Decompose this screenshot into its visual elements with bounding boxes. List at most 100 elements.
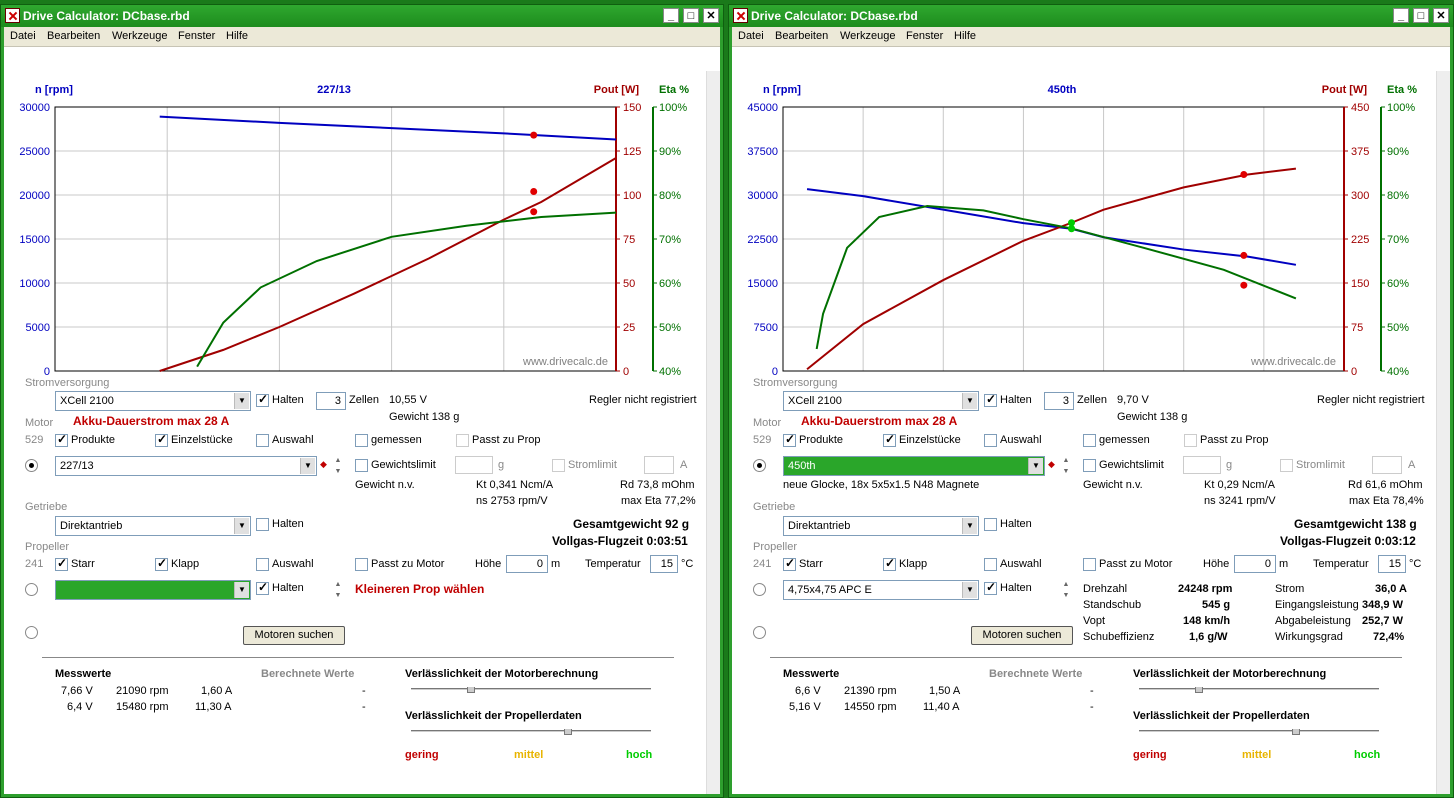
prop-radio[interactable]	[25, 583, 38, 596]
menu-fenster[interactable]: Fenster	[178, 30, 215, 42]
menu-datei[interactable]: Datei	[738, 30, 764, 42]
weight-limit-field[interactable]	[1183, 456, 1221, 474]
prop-radio[interactable]	[753, 583, 766, 596]
passt-prop-checkbox[interactable]	[456, 434, 469, 447]
close-button[interactable]: ✕	[1433, 8, 1449, 23]
gearbox-select[interactable]: Direktantrieb ▼	[783, 516, 979, 536]
weight-limit-field[interactable]	[455, 456, 493, 474]
search-radio[interactable]	[25, 626, 38, 639]
menu-datei[interactable]: Datei	[10, 30, 36, 42]
menu-hilfe[interactable]: Hilfe	[954, 30, 976, 42]
y-tick-pout: 75	[1351, 322, 1363, 334]
altitude-field[interactable]: 0	[1234, 555, 1276, 573]
motor-radio[interactable]	[753, 459, 766, 472]
temperature-field[interactable]: 15	[1378, 555, 1406, 573]
vertical-scrollbar[interactable]	[1436, 71, 1450, 794]
stromlimit-checkbox[interactable]	[1280, 459, 1293, 472]
motor-max-eta: max Eta 78,4%	[1349, 495, 1424, 507]
halten-prop-checkbox[interactable]	[256, 580, 269, 595]
berechnete-heading: Berechnete Werte	[989, 668, 1083, 680]
gewichtslimit-checkbox[interactable]	[1083, 459, 1096, 472]
vertical-scrollbar[interactable]	[706, 71, 720, 794]
gearbox-select[interactable]: Direktantrieb ▼	[55, 516, 251, 536]
stromlimit-checkbox[interactable]	[552, 459, 565, 472]
minimize-button[interactable]: _	[663, 8, 679, 23]
halten-battery-checkbox[interactable]	[256, 392, 269, 407]
motor-spinner[interactable]: ▲ ▼	[1060, 455, 1072, 477]
temperature-field[interactable]: 15	[650, 555, 678, 573]
menu-fenster[interactable]: Fenster	[906, 30, 943, 42]
gemessen-checkbox[interactable]	[1083, 434, 1096, 447]
current-limit-field[interactable]	[644, 456, 674, 474]
halten-gearbox-checkbox[interactable]	[256, 518, 269, 531]
chart-svg: n [rpm] 450th Pout [W] Eta % 0 10 20 30 40 50 60 70…	[747, 84, 1417, 379]
menu-werkzeuge[interactable]: Werkzeuge	[112, 30, 167, 42]
flight-time: Vollgas-Flugzeit 0:03:51	[552, 534, 688, 548]
auswahl-motor-checkbox[interactable]	[256, 434, 269, 447]
chevron-down-icon[interactable]: ▼	[962, 582, 977, 598]
cells-field[interactable]: 3	[316, 392, 346, 410]
close-button[interactable]: ✕	[703, 8, 719, 23]
motor-select[interactable]: 450th ▼	[783, 456, 1045, 476]
prop-spinner[interactable]: ▲ ▼	[332, 579, 344, 601]
produkte-checkbox[interactable]	[55, 432, 68, 447]
battery-select[interactable]: XCell 2100 ▼	[783, 391, 979, 411]
mess-rpm: 21090 rpm	[116, 685, 169, 697]
minimize-button[interactable]: _	[1393, 8, 1409, 23]
current-limit-field[interactable]	[1372, 456, 1402, 474]
halten-battery-checkbox[interactable]	[984, 392, 997, 407]
celsius-unit: °C	[681, 558, 694, 570]
menu-werkzeuge[interactable]: Werkzeuge	[840, 30, 895, 42]
klapp-checkbox[interactable]	[883, 556, 896, 571]
menu-hilfe[interactable]: Hilfe	[226, 30, 248, 42]
auswahl-motor-checkbox[interactable]	[984, 434, 997, 447]
mess-rpm: 21390 rpm	[844, 685, 897, 697]
halten-gearbox-checkbox[interactable]	[984, 518, 997, 531]
gemessen-checkbox[interactable]	[355, 434, 368, 447]
motor-spinner[interactable]: ▲ ▼	[332, 455, 344, 477]
maximize-button[interactable]: □	[1413, 8, 1429, 23]
hoch-label: hoch	[626, 749, 653, 761]
search-radio[interactable]	[753, 626, 766, 639]
chevron-down-icon[interactable]: ▼	[962, 518, 977, 534]
passt-motor-checkbox[interactable]	[1083, 558, 1096, 571]
chevron-down-icon[interactable]: ▼	[1028, 458, 1043, 474]
starr-checkbox[interactable]	[55, 556, 68, 571]
cells-field[interactable]: 3	[1044, 392, 1074, 410]
stromlimit-marker	[530, 131, 538, 139]
einzelstuecke-checkbox[interactable]	[883, 432, 896, 447]
produkte-checkbox[interactable]	[783, 432, 796, 447]
result-label: Strom	[1275, 583, 1305, 595]
result-label: Drehzahl	[1083, 583, 1128, 595]
auswahl-prop-checkbox[interactable]	[256, 558, 269, 571]
reliability-motor-label: Verlässlichkeit der Motorberechnung	[405, 668, 599, 680]
passt-motor-checkbox[interactable]	[355, 558, 368, 571]
altitude-field[interactable]: 0	[506, 555, 548, 573]
passt-prop-checkbox[interactable]	[1184, 434, 1197, 447]
prop-spinner[interactable]: ▲ ▼	[1060, 579, 1072, 601]
starr-checkbox[interactable]	[783, 556, 796, 571]
menu-bearbeiten[interactable]: Bearbeiten	[775, 30, 828, 42]
propeller-select[interactable]: 4,75x4,75 APC E ▼	[783, 580, 979, 600]
chevron-down-icon[interactable]: ▼	[234, 582, 249, 598]
mess-calc: -	[362, 685, 366, 697]
propeller-select[interactable]: ▼	[55, 580, 251, 600]
chevron-down-icon[interactable]: ▼	[234, 393, 249, 409]
prop-count: 241	[753, 558, 772, 570]
gewichtslimit-checkbox[interactable]	[355, 459, 368, 472]
auswahl-prop-checkbox[interactable]	[984, 558, 997, 571]
chevron-down-icon[interactable]: ▼	[300, 458, 315, 474]
menu-bearbeiten[interactable]: Bearbeiten	[47, 30, 100, 42]
motor-radio[interactable]	[25, 459, 38, 472]
chevron-down-icon[interactable]: ▼	[234, 518, 249, 534]
motoren-suchen-button[interactable]: Motoren suchen	[243, 626, 345, 645]
battery-select[interactable]: XCell 2100 ▼	[55, 391, 251, 411]
einzelstuecke-checkbox[interactable]	[155, 432, 168, 447]
halten-prop-checkbox[interactable]	[984, 580, 997, 595]
motor-select[interactable]: 227/13 ▼	[55, 456, 317, 476]
klapp-checkbox[interactable]	[155, 556, 168, 571]
motoren-suchen-button[interactable]: Motoren suchen	[971, 626, 1073, 645]
maximize-button[interactable]: □	[683, 8, 699, 23]
chevron-down-icon[interactable]: ▼	[962, 393, 977, 409]
y-tick-eta: 100%	[1387, 102, 1415, 114]
